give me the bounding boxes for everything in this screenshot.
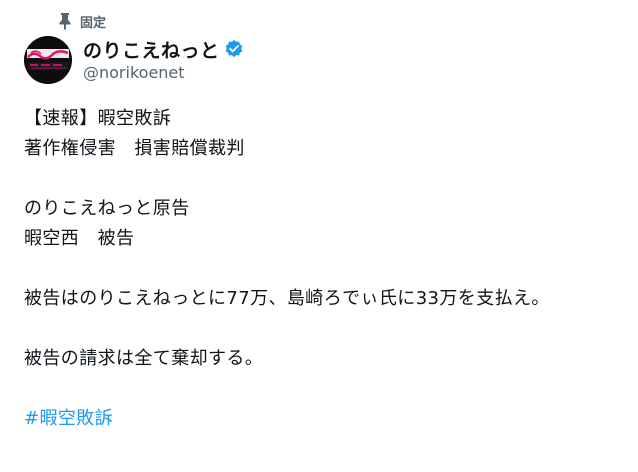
tweet-line: のりこえねっと原告 [24,198,190,219]
tweet-line: 被告はのりこえねっとに77万、島崎ろでぃ氏に33万を支払え。 [24,288,550,309]
avatar[interactable] [24,36,72,84]
tweet-line: 【速報】暇空敗訴 [24,108,172,129]
pin-icon [59,13,71,30]
pinned-label: 固定 [80,15,107,31]
pinned-indicator: 固定 [58,10,106,32]
tweet-text: 【速報】暇空敗訴 著作権侵害 損害賠償裁判 のりこえねっと原告 暇空西 被告 被… [24,104,624,434]
tweet-line: 暇空西 被告 [24,228,135,249]
author-display-name[interactable]: のりこえねっと [83,36,220,63]
avatar-logo [24,36,72,84]
tweet-line: 被告の請求は全て棄却する。 [24,348,264,369]
hashtag-link[interactable]: #暇空敗訴 [24,408,113,429]
tweet-line: 著作権侵害 損害賠償裁判 [24,138,245,159]
author-handle[interactable]: @norikoenet [83,63,244,82]
verified-badge-icon[interactable] [224,39,244,59]
author-block: のりこえねっと @norikoenet [83,36,244,82]
